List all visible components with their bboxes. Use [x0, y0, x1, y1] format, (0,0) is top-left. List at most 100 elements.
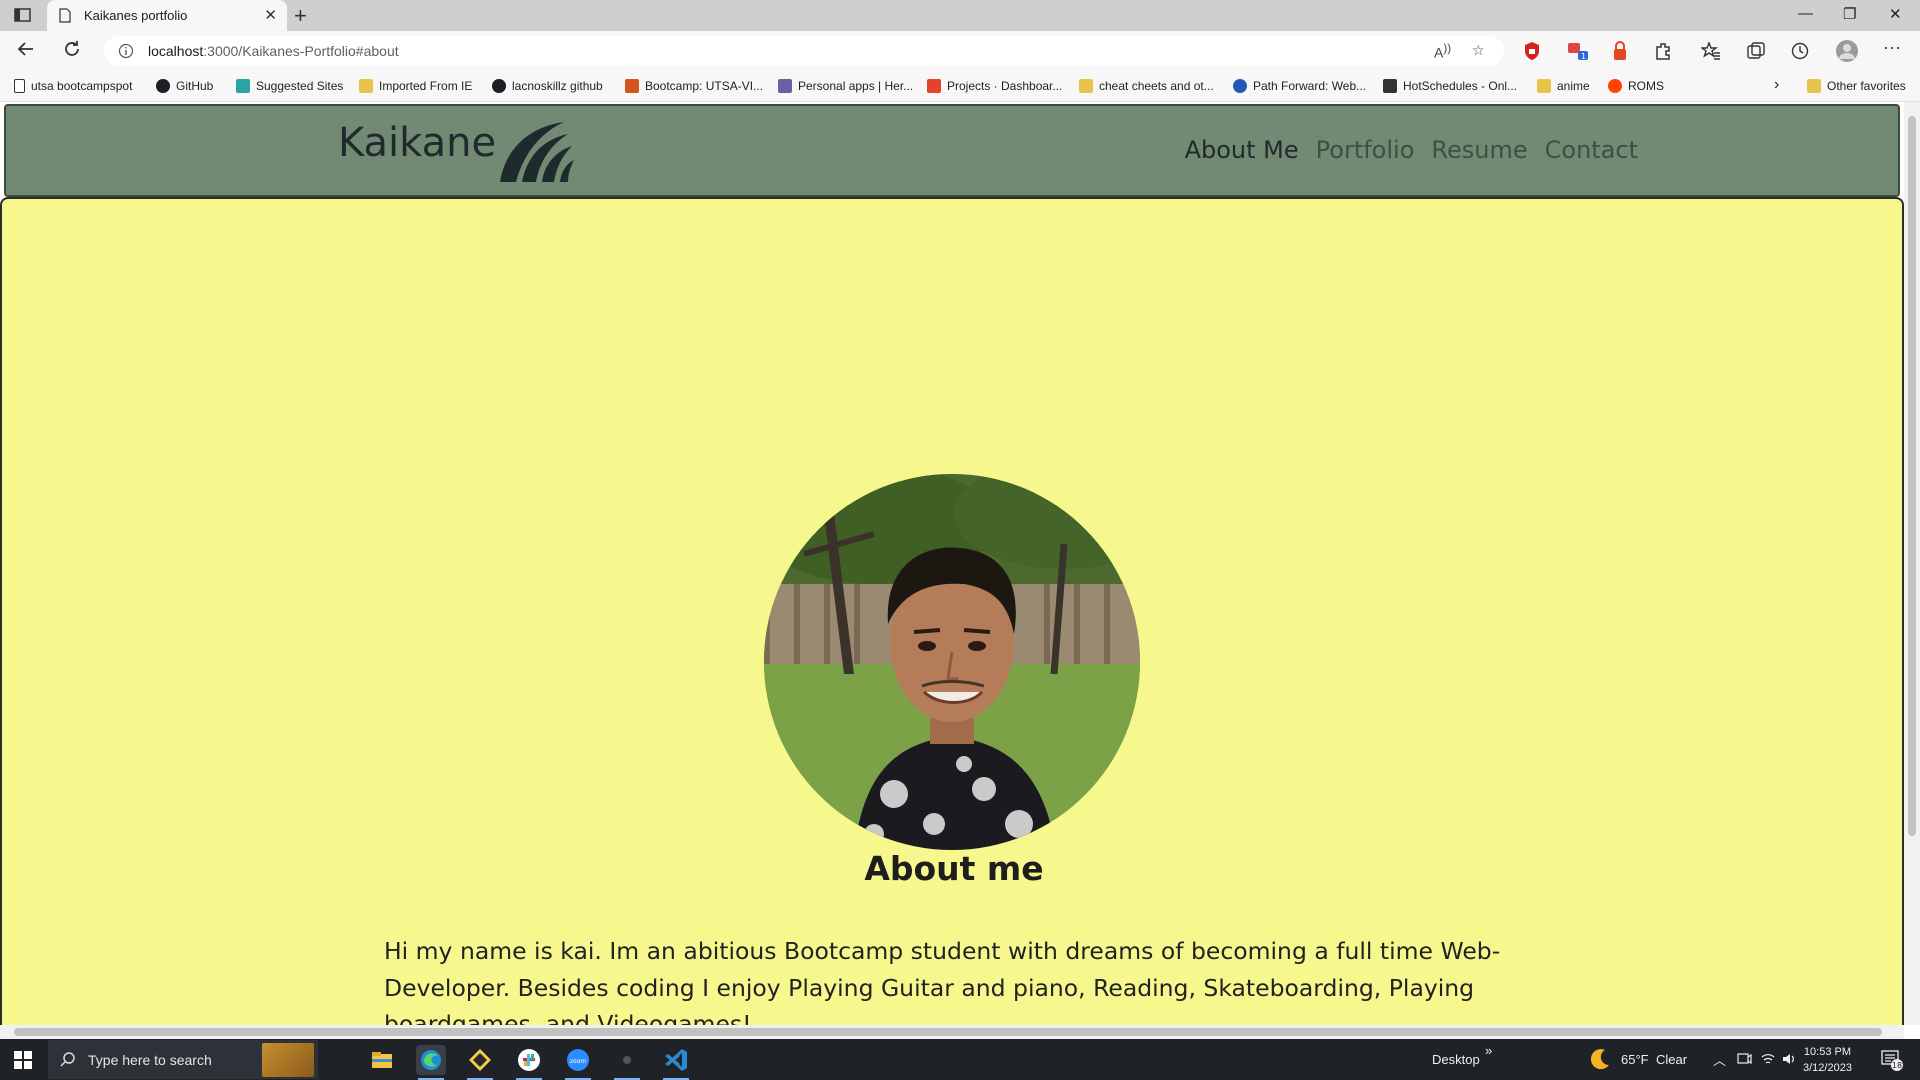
lastpass-lock-icon[interactable] — [1612, 41, 1632, 61]
favorite-item[interactable]: lacnoskillz github — [492, 79, 603, 93]
url-path: :3000/Kaikanes-Portfolio#about — [203, 43, 399, 59]
favorite-item[interactable]: Suggested Sites — [236, 79, 343, 93]
bing-icon — [236, 79, 250, 93]
site-nav: About Me Portfolio Resume Contact — [1185, 136, 1638, 164]
close-window-icon[interactable]: ✕ — [1889, 5, 1902, 23]
read-aloud-icon[interactable]: A)) — [1434, 42, 1451, 61]
new-tab-button[interactable]: + — [294, 3, 307, 29]
other-favorites[interactable]: Other favorites — [1807, 79, 1906, 93]
horizontal-scrollbar[interactable] — [0, 1025, 1904, 1039]
favorite-label: utsa bootcampspot — [31, 79, 133, 93]
favorite-item[interactable]: Bootcamp: UTSA-VI... — [625, 79, 763, 93]
favorite-item[interactable]: cheat cheets and ot... — [1079, 79, 1214, 93]
favorites-bar: utsa bootcampspot GitHub Suggested Sites Im… — [0, 71, 1920, 102]
browser-tab[interactable]: Kaikanes portfolio ✕ — [47, 0, 287, 31]
favorite-item[interactable]: Personal apps | Her... — [778, 79, 913, 93]
system-clock[interactable]: 10:53 PM 3/12/2023 — [1803, 1044, 1852, 1076]
toolbar-expand-icon[interactable]: » — [1485, 1043, 1492, 1058]
vscode-icon[interactable] — [661, 1045, 691, 1080]
favorite-label: Suggested Sites — [256, 79, 344, 93]
windows-start-icon[interactable] — [14, 1051, 32, 1074]
site-header: Kaikane About Me Portfolio Resume Contact — [4, 104, 1900, 197]
back-arrow-icon[interactable] — [16, 39, 36, 65]
favorite-label: Projects · Dashboar... — [947, 79, 1063, 93]
desktop-toolbar-label[interactable]: Desktop — [1432, 1052, 1480, 1067]
svg-text:1: 1 — [1581, 52, 1586, 61]
page-icon — [14, 79, 25, 93]
show-hidden-icons-icon[interactable]: ︿ — [1713, 1050, 1726, 1069]
favorite-item[interactable]: Projects · Dashboar... — [927, 79, 1062, 93]
folder-icon — [1807, 79, 1821, 93]
folder-icon — [359, 79, 373, 93]
weather-temp[interactable]: 65°F — [1621, 1052, 1649, 1067]
adblock-shield-icon[interactable] — [1523, 41, 1543, 61]
folder-anime-icon — [1537, 79, 1551, 93]
profile-avatar-icon[interactable] — [1835, 39, 1859, 63]
zoom-icon[interactable]: zoom — [563, 1045, 593, 1080]
file-explorer-icon[interactable] — [367, 1045, 397, 1075]
favorite-item[interactable]: Path Forward: Web... — [1233, 79, 1366, 93]
nav-link-portfolio[interactable]: Portfolio — [1316, 136, 1415, 164]
gitlab-icon — [927, 79, 941, 93]
moon-weather-icon[interactable] — [1588, 1047, 1612, 1074]
obs-icon[interactable] — [612, 1045, 642, 1080]
favorites-star-icon[interactable] — [1699, 41, 1721, 61]
other-favorites-label: Other favorites — [1827, 79, 1906, 93]
favorite-label: Personal apps | Her... — [798, 79, 914, 93]
scroll-thumb[interactable] — [14, 1028, 1882, 1036]
slack-icon[interactable] — [514, 1045, 544, 1080]
nav-link-resume[interactable]: Resume — [1431, 136, 1527, 164]
favorite-item[interactable]: HotSchedules - Onl... — [1383, 79, 1517, 93]
github-icon — [156, 79, 170, 93]
refresh-icon[interactable] — [62, 39, 82, 65]
favorite-label: cheat cheets and ot... — [1099, 79, 1214, 93]
more-menu-icon[interactable]: ··· — [1883, 37, 1901, 58]
github-icon — [492, 79, 506, 93]
taskbar: Type here to search zoom Desktop » 65°F … — [0, 1039, 1920, 1080]
notification-count: 18 — [1892, 1061, 1902, 1070]
wifi-icon[interactable] — [1760, 1051, 1776, 1070]
favorite-label: anime — [1557, 79, 1590, 93]
nav-link-contact[interactable]: Contact — [1545, 136, 1638, 164]
favorite-item[interactable]: Imported From IE — [359, 79, 472, 93]
git-kraken-icon[interactable] — [465, 1045, 495, 1080]
hotschedules-icon — [1383, 79, 1397, 93]
vertical-scrollbar[interactable] — [1904, 102, 1920, 1025]
extensions-icon[interactable] — [1653, 41, 1673, 61]
taskbar-search[interactable]: Type here to search — [48, 1040, 318, 1079]
weather-desc[interactable]: Clear — [1656, 1052, 1687, 1067]
address-row: localhost:3000/Kaikanes-Portfolio#about … — [0, 31, 1920, 71]
extension-badge-icon[interactable]: 1 — [1567, 41, 1588, 61]
favorite-item[interactable]: anime — [1537, 79, 1590, 93]
tab-strip: Kaikanes portfolio ✕ + — ❐ ✕ — [0, 0, 1920, 31]
restore-icon[interactable]: ❐ — [1843, 5, 1856, 23]
meet-now-icon[interactable] — [1736, 1051, 1752, 1070]
about-heading: About me — [864, 849, 1044, 888]
site-info-icon[interactable] — [118, 43, 134, 64]
favorite-item[interactable]: utsa bootcampspot — [14, 79, 132, 93]
folder-icon — [1079, 79, 1093, 93]
favorite-item[interactable]: GitHub — [156, 79, 213, 93]
about-text: Hi my name is kai. Im an abitious Bootca… — [384, 937, 1501, 1025]
tab-actions-icon[interactable] — [14, 7, 32, 23]
minimize-icon[interactable]: — — [1798, 5, 1813, 22]
volume-icon[interactable] — [1781, 1051, 1797, 1070]
favorite-label: Bootcamp: UTSA-VI... — [645, 79, 764, 93]
favorite-item[interactable]: ROMS — [1608, 79, 1664, 93]
collections-icon[interactable] — [1746, 41, 1766, 61]
scroll-thumb[interactable] — [1908, 116, 1916, 836]
url-host: localhost — [148, 43, 204, 59]
favorite-label: ROMS — [1628, 79, 1664, 93]
brand-name[interactable]: Kaikane — [338, 120, 496, 166]
notifications-icon[interactable]: 18 — [1880, 1048, 1904, 1075]
edx-icon — [1233, 79, 1247, 93]
favorites-overflow-icon[interactable]: › — [1774, 76, 1779, 94]
heroku-icon — [778, 79, 792, 93]
edge-browser-icon[interactable] — [416, 1045, 446, 1080]
history-icon[interactable] — [1790, 41, 1810, 61]
address-bar[interactable]: localhost:3000/Kaikanes-Portfolio#about … — [104, 36, 1504, 66]
nav-link-about-me[interactable]: About Me — [1185, 136, 1299, 164]
add-favorite-icon[interactable]: ☆ — [1472, 42, 1485, 59]
close-tab-icon[interactable]: ✕ — [264, 6, 277, 24]
search-highlight-image — [262, 1043, 314, 1077]
